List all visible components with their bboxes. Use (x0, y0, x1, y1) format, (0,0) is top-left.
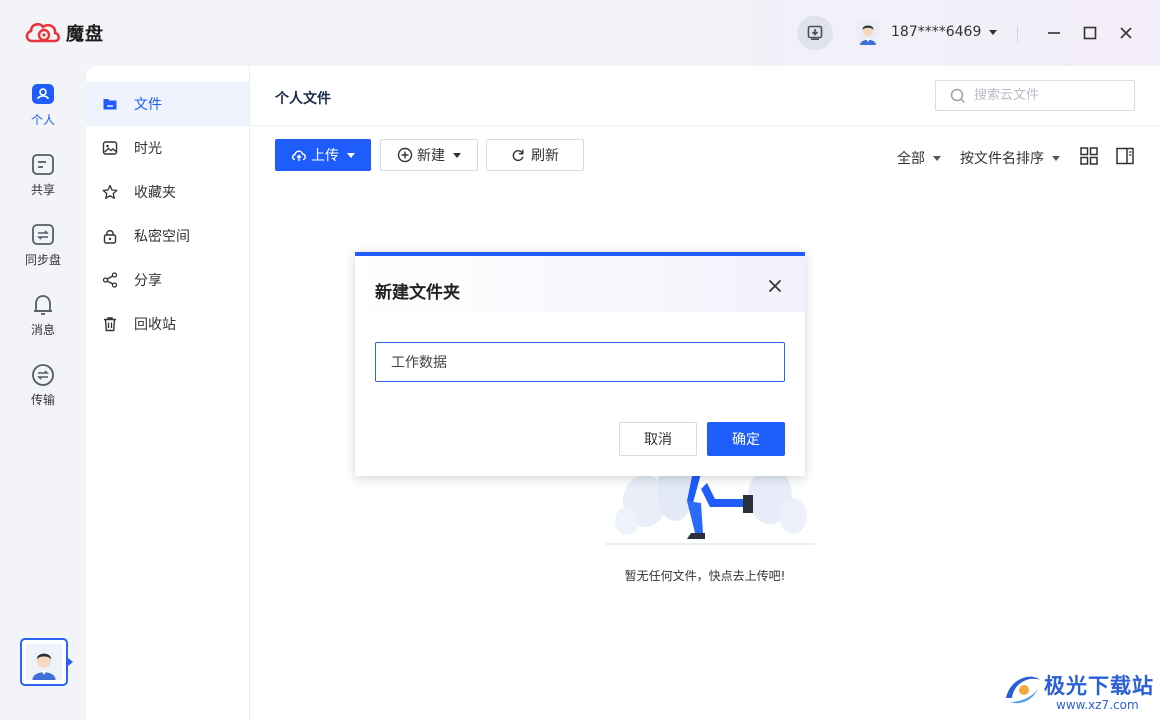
close-icon (1120, 27, 1132, 39)
caret-down-icon (1052, 155, 1060, 161)
new-folder-dialog: 新建文件夹 取消 确定 (355, 252, 805, 476)
bell-icon (30, 292, 56, 318)
star-icon (102, 184, 118, 200)
upload-button[interactable]: 上传 (275, 139, 371, 171)
user-phone: 187****6469 (891, 24, 982, 40)
caret-down-icon (453, 152, 461, 158)
app-logo: 魔盘 (24, 19, 104, 47)
rail-item-shared[interactable]: 共享 (0, 152, 86, 208)
rail-item-label: 个人 (30, 113, 55, 127)
main-header: 个人文件 (250, 66, 1160, 126)
rail-item-label: 传输 (30, 393, 55, 407)
rail-item-label: 共享 (30, 183, 55, 197)
app-name: 魔盘 (66, 24, 104, 45)
cloud-upload-icon (292, 150, 306, 161)
avatar (26, 644, 62, 680)
sidebar-item-label: 收藏夹 (134, 185, 176, 201)
sidebar-item-favorites[interactable]: 收藏夹 (86, 170, 249, 214)
refresh-icon (512, 149, 524, 162)
sort-dropdown[interactable]: 按文件名排序 (960, 148, 1060, 168)
sidebar-item-label: 分享 (134, 273, 162, 289)
detail-panel-icon[interactable] (1115, 146, 1135, 166)
download-icon (807, 25, 823, 40)
upload-label: 上传 (311, 148, 339, 164)
user-menu[interactable]: 187****6469 (854, 18, 998, 46)
watermark-text: 极光下载站 (1044, 674, 1154, 698)
folder-icon (102, 96, 118, 112)
sidebar-item-label: 私密空间 (134, 229, 190, 245)
sidebar-item-label: 时光 (134, 141, 162, 157)
sidebar-item-share[interactable]: 分享 (86, 258, 249, 302)
sidebar-item-recycle-bin[interactable]: 回收站 (86, 302, 249, 346)
avatar (855, 19, 881, 45)
caret-down-icon (347, 152, 355, 158)
filter-dropdown[interactable]: 全部 (897, 148, 941, 168)
sync-icon (30, 222, 56, 248)
site-watermark: 极光下载站 www.xz7.com (1000, 664, 1160, 720)
profile-button[interactable] (20, 638, 68, 686)
watermark-url: www.xz7.com (1056, 698, 1139, 712)
grid-view-icon[interactable] (1079, 146, 1099, 166)
download-manager-button[interactable] (797, 16, 833, 50)
maximize-icon (1083, 26, 1097, 40)
close-icon[interactable] (767, 278, 783, 294)
sidebar-item-moments[interactable]: 时光 (86, 126, 249, 170)
left-rail: 个人 共享 同步盘 消息 传输 (0, 66, 86, 720)
empty-state-text: 暂无任何文件，快点去上传吧! (624, 569, 786, 583)
rail-item-personal[interactable]: 个人 (0, 82, 86, 138)
minimize-button[interactable] (1043, 22, 1065, 44)
sidebar-item-label: 文件 (134, 97, 162, 113)
title-bar: 魔盘 187****6469 (0, 0, 1160, 66)
search-box[interactable] (935, 80, 1135, 111)
sort-label: 按文件名排序 (960, 151, 1044, 167)
rail-item-sync[interactable]: 同步盘 (0, 222, 86, 278)
refresh-button[interactable]: 刷新 (486, 139, 584, 171)
sidebar-item-files[interactable]: 文件 (86, 82, 249, 126)
sidebar-item-label: 回收站 (134, 317, 176, 333)
share-folder-icon (30, 152, 56, 178)
share-icon (102, 272, 118, 288)
rail-item-label: 消息 (30, 323, 55, 337)
minimize-icon (1048, 32, 1060, 34)
plus-circle-icon (397, 147, 413, 163)
lock-icon (102, 228, 118, 244)
trash-icon (102, 316, 118, 332)
rail-item-messages[interactable]: 消息 (0, 292, 86, 348)
rail-item-transfer[interactable]: 传输 (0, 362, 86, 418)
cloud-logo-icon (25, 22, 61, 43)
transfer-icon (30, 362, 56, 388)
page-title: 个人文件 (275, 91, 331, 107)
confirm-button[interactable]: 确定 (707, 422, 785, 456)
search-input[interactable] (974, 88, 1124, 103)
refresh-label: 刷新 (531, 148, 559, 164)
rail-item-label: 同步盘 (24, 253, 61, 267)
watermark-logo-icon (1006, 676, 1040, 704)
dialog-title: 新建文件夹 (375, 283, 460, 303)
maximize-button[interactable] (1079, 22, 1101, 44)
sidebar-item-private-space[interactable]: 私密空间 (86, 214, 249, 258)
dialog-header: 新建文件夹 (355, 256, 805, 312)
cancel-button[interactable]: 取消 (619, 422, 697, 456)
chevron-down-icon (989, 29, 998, 35)
filter-label: 全部 (897, 151, 925, 167)
divider (1017, 26, 1018, 42)
caret-down-icon (933, 155, 941, 161)
sidebar: 文件 时光 收藏夹 私密空间 分享 回收站 (86, 66, 250, 720)
close-window-button[interactable] (1115, 22, 1137, 44)
new-label: 新建 (417, 148, 445, 164)
personal-icon (30, 82, 56, 108)
folder-name-input[interactable] (375, 342, 785, 382)
new-button[interactable]: 新建 (380, 139, 478, 171)
photo-icon (102, 140, 118, 156)
search-icon (950, 88, 966, 103)
caret-right-icon (68, 658, 73, 666)
